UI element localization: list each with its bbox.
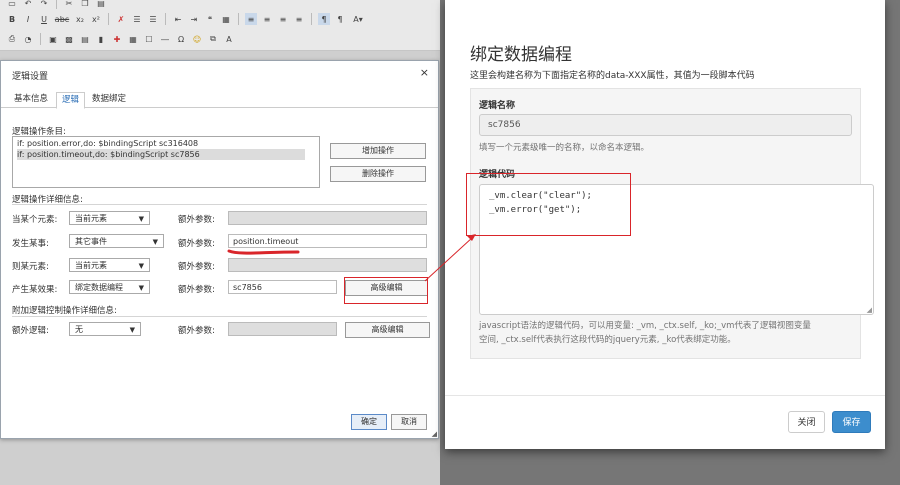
annotation-arrow [424,234,476,282]
